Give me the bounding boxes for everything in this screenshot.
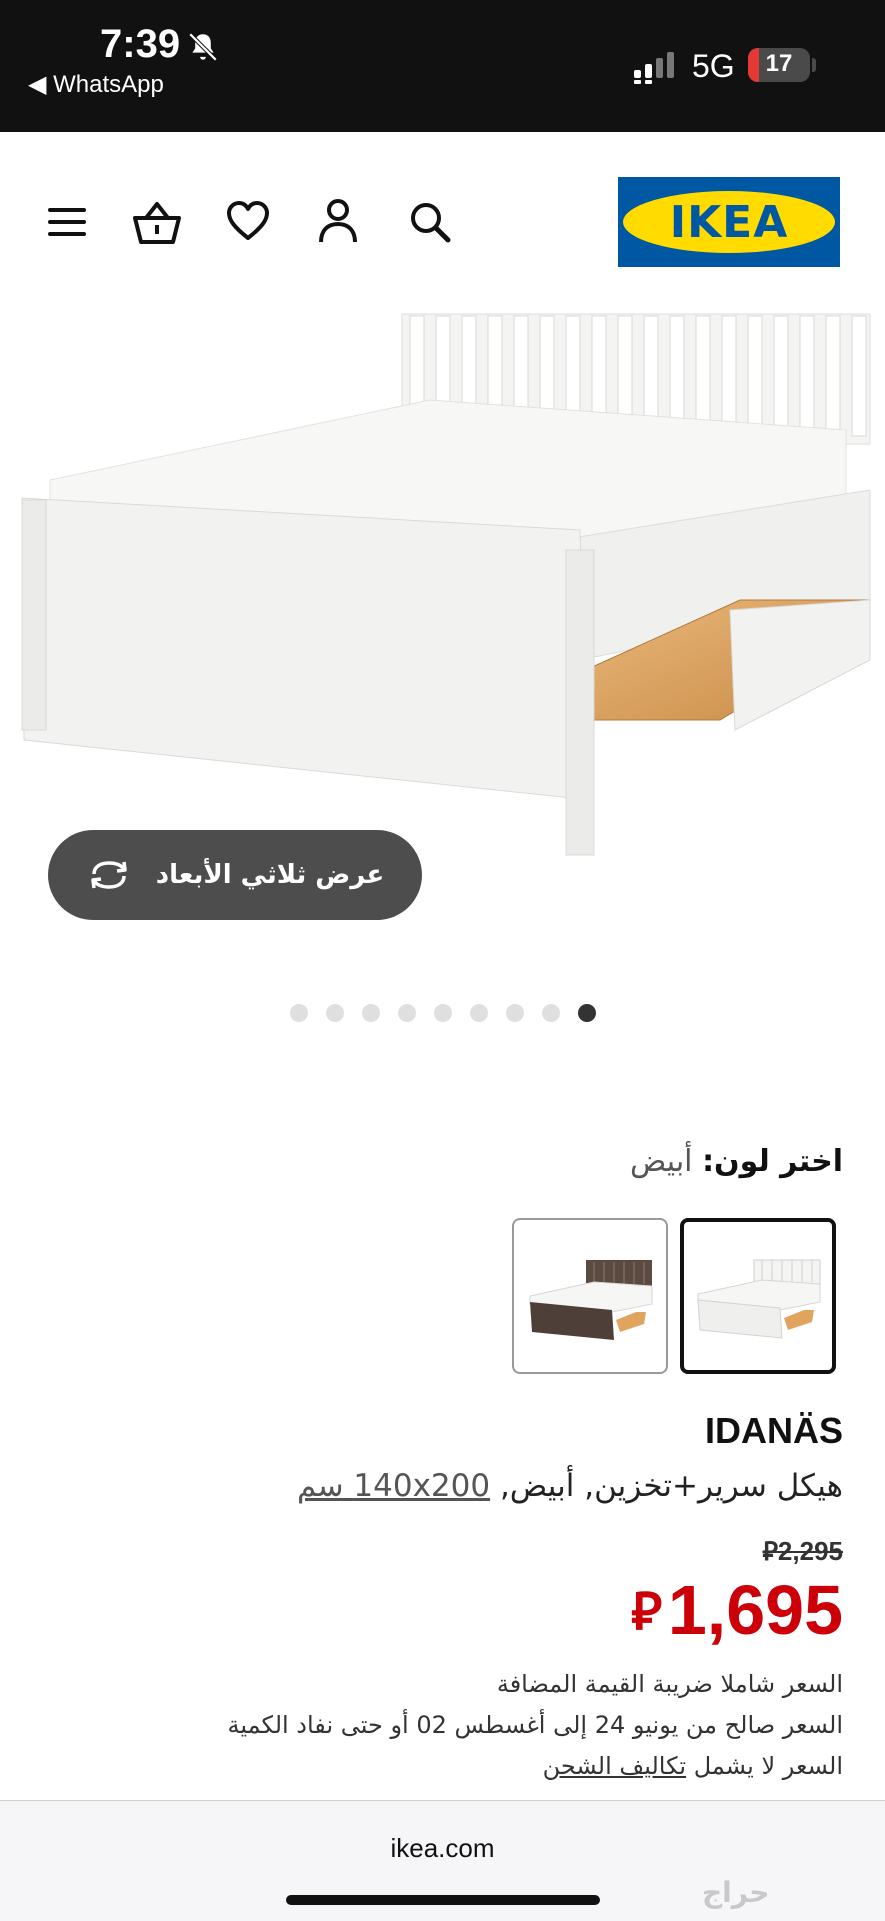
status-bar: 7:39 ◀ WhatsApp 5G 17: [0, 0, 885, 132]
product-description: هيكل سرير+تخزين, أبيض, 140x200 سم: [297, 1468, 843, 1504]
color-choice-value: أبيض: [630, 1144, 693, 1179]
pagination-dot[interactable]: [397, 1004, 416, 1022]
ikea-logo-text: IKEA: [669, 196, 789, 248]
white-bed-thumbnail: [697, 1259, 821, 1339]
old-price-currency: ⃁: [762, 1536, 778, 1566]
ikea-logo[interactable]: IKEA: [618, 177, 840, 267]
view-3d-label: عرض ثلاثي الأبعاد: [155, 860, 385, 890]
shipping-note-prefix: السعر لا يشمل: [693, 1752, 843, 1780]
vat-note: السعر شاملا ضريبة القيمة المضافة: [496, 1670, 843, 1698]
network-type: 5G: [692, 48, 735, 84]
old-price-value: 2,295: [777, 1536, 843, 1566]
view-3d-button[interactable]: عرض ثلاثي الأبعاد: [48, 830, 422, 920]
account-icon[interactable]: [318, 198, 358, 244]
status-time: 7:39: [100, 22, 181, 66]
battery-tip: [812, 58, 816, 72]
url-text[interactable]: ikea.com: [0, 1833, 885, 1864]
pagination-dot[interactable]: [325, 1004, 344, 1022]
bell-muted-icon: [188, 32, 218, 62]
pagination-dot[interactable]: [469, 1004, 488, 1022]
search-icon[interactable]: [408, 200, 452, 244]
shipping-costs-link[interactable]: تكاليف الشحن: [543, 1752, 686, 1780]
ikea-logo-oval: IKEA: [623, 191, 835, 253]
pagination-dot[interactable]: [505, 1004, 524, 1022]
pagination-dot[interactable]: [541, 1004, 560, 1022]
color-swatch-brown[interactable]: [512, 1218, 668, 1374]
product-name: IDANÄS: [704, 1410, 843, 1451]
basket-icon[interactable]: [132, 200, 182, 246]
color-choice-row: اختر لون: أبيض: [630, 1144, 843, 1179]
product-size-link[interactable]: 140x200 سم: [297, 1468, 490, 1504]
new-price-value: 1,695: [667, 1571, 843, 1649]
watermark-logo: حراج: [702, 1876, 770, 1909]
rotate-3d-icon: [91, 861, 127, 889]
image-pagination-dots: [0, 1004, 885, 1024]
new-price: ⃁ 1,695: [631, 1570, 843, 1650]
pagination-dot[interactable]: [361, 1004, 380, 1022]
home-indicator[interactable]: [286, 1895, 600, 1905]
pagination-dot[interactable]: [433, 1004, 452, 1022]
battery-indicator: 17: [748, 48, 810, 82]
pagination-dot-active[interactable]: [577, 1004, 596, 1022]
heart-icon[interactable]: [226, 200, 270, 242]
shipping-note: السعر لا يشمل تكاليف الشحن: [543, 1752, 843, 1780]
old-price: ⃁2,295: [762, 1535, 843, 1568]
battery-percent: 17: [765, 50, 793, 77]
product-image-bed[interactable]: [0, 300, 885, 860]
back-to-app-link[interactable]: ◀ WhatsApp: [28, 70, 164, 99]
color-swatch-white[interactable]: [680, 1218, 836, 1374]
brown-bed-thumbnail: [529, 1260, 653, 1340]
menu-icon[interactable]: [46, 204, 90, 240]
validity-note: السعر صالح من يونيو 24 إلى أغسطس 02 أو ح…: [227, 1711, 843, 1739]
signal-icon: [634, 52, 674, 84]
product-description-text: هيكل سرير+تخزين, أبيض,: [499, 1468, 843, 1504]
pagination-dot[interactable]: [289, 1004, 308, 1022]
new-price-currency: ⃁: [630, 1582, 662, 1641]
color-choice-label: اختر لون:: [702, 1144, 843, 1179]
